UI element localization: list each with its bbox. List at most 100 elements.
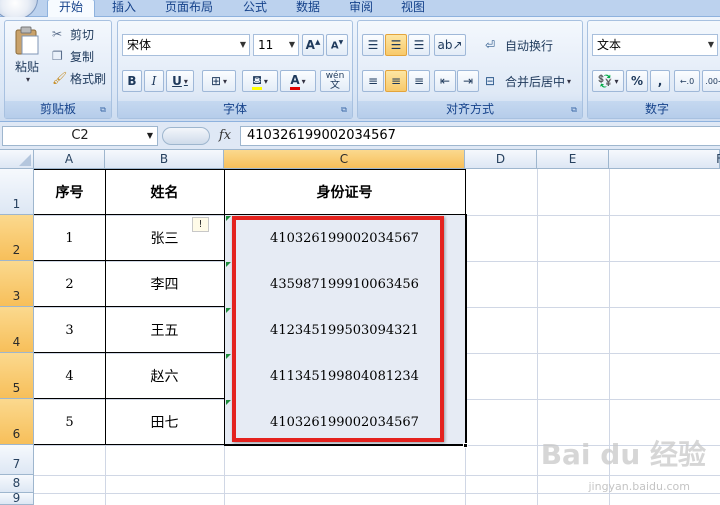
row-header-4[interactable]: 4 — [0, 307, 34, 353]
align-left-icon: ≡ — [367, 74, 379, 88]
number-group: 文本 ▼ 💱▾ % , ←.0 .00→ 数字 — [587, 20, 720, 119]
ribbon-tab-bar: 开始 插入 页面布局 公式 数据 审阅 视图 — [0, 0, 720, 20]
cell-b6[interactable]: 田七 — [105, 399, 224, 445]
phonetic-button[interactable]: wén 文 — [320, 70, 350, 92]
cell-a5[interactable]: 4 — [34, 353, 105, 399]
formula-input[interactable]: 410326199002034567 — [240, 126, 720, 146]
align-left-button[interactable]: ≡ — [362, 70, 384, 92]
cell-a1[interactable]: 序号 — [34, 169, 105, 215]
cell-b1[interactable]: 姓名 — [105, 169, 224, 215]
clipboard-launcher-icon[interactable]: ⧉ — [98, 105, 108, 115]
bold-button[interactable]: B — [122, 70, 142, 92]
column-header-f[interactable]: F — [609, 150, 720, 169]
align-middle-button[interactable]: ☰ — [385, 34, 407, 56]
align-center-button[interactable]: ≡ — [385, 70, 407, 92]
insert-function-icon[interactable]: fx — [216, 127, 234, 145]
align-bottom-icon: ☰ — [413, 38, 425, 52]
align-bottom-button[interactable]: ☰ — [408, 34, 430, 56]
font-name-combo[interactable]: 宋体 ▼ — [122, 34, 250, 56]
column-header-d[interactable]: D — [465, 150, 537, 169]
paste-button[interactable]: 粘贴 ▾ — [9, 25, 45, 95]
row-header-1[interactable]: 1 — [0, 169, 34, 215]
merge-cells-icon: ⊟ — [485, 74, 496, 88]
row-header-8[interactable]: 8 — [0, 475, 34, 493]
chevron-down-icon: ▼ — [707, 40, 714, 49]
cut-button[interactable]: ✂ 剪切 — [51, 25, 109, 43]
grow-font-button[interactable]: A▲ — [302, 34, 324, 56]
alignment-group: ☰ ☰ ☰ ab↗ ⏎ 自动换行 ≡ ≡ ≡ ⇤ ⇥ ⊟ 合并后居中 ▾ 对齐方… — [357, 20, 583, 119]
fill-handle[interactable] — [463, 443, 468, 448]
ribbon: 粘贴 ▾ ✂ 剪切 ❐ 复制 🖌 格式刷 剪贴板 ⧉ 宋体 ▼ 11 ▼ A▲ — [0, 17, 720, 122]
tab-home[interactable]: 开始 — [47, 0, 95, 18]
decrease-indent-button[interactable]: ⇤ — [434, 70, 456, 92]
column-header-b[interactable]: B — [105, 150, 224, 169]
shrink-font-button[interactable]: A▼ — [326, 34, 348, 56]
percent-icon: % — [630, 74, 644, 88]
increase-indent-button[interactable]: ⇥ — [457, 70, 479, 92]
row-header-7[interactable]: 7 — [0, 445, 34, 475]
formula-bar-splitter[interactable] — [162, 127, 210, 145]
format-painter-button[interactable]: 🖌 格式刷 — [51, 69, 111, 87]
cell-b3[interactable]: 李四 — [105, 261, 224, 307]
cell-a4[interactable]: 3 — [34, 307, 105, 353]
fill-color-button[interactable]: ⛾ ▾ — [242, 70, 278, 92]
name-box[interactable]: C2 ▼ — [2, 126, 158, 146]
comma-button[interactable]: , — [650, 70, 670, 92]
font-name-value: 宋体 — [127, 38, 152, 52]
column-header-a[interactable]: A — [34, 150, 105, 169]
decrease-decimal-button[interactable]: .00→ — [702, 70, 720, 92]
number-format-value: 文本 — [597, 38, 622, 52]
font-launcher-icon[interactable]: ⧉ — [339, 105, 349, 115]
font-color-icon: A — [290, 73, 300, 90]
align-top-button[interactable]: ☰ — [362, 34, 384, 56]
cell-a2[interactable]: 1 — [34, 215, 105, 261]
underline-button[interactable]: U ▾ — [166, 70, 194, 92]
orientation-button[interactable]: ab↗ — [434, 34, 466, 56]
tab-view[interactable]: 视图 — [393, 0, 433, 17]
row-header-2[interactable]: 2 — [0, 215, 34, 261]
select-all-button[interactable] — [0, 150, 34, 169]
wrap-text-button[interactable]: ⏎ 自动换行 — [484, 34, 582, 56]
number-format-combo[interactable]: 文本 ▼ — [592, 34, 718, 56]
cell-b4[interactable]: 王五 — [105, 307, 224, 353]
tab-insert[interactable]: 插入 — [104, 0, 144, 17]
paint-bucket-icon: ⛾ — [252, 73, 262, 90]
cell-a6[interactable]: 5 — [34, 399, 105, 445]
cell-c1[interactable]: 身份证号 — [224, 169, 465, 215]
italic-icon: I — [151, 74, 157, 88]
font-color-button[interactable]: A ▾ — [280, 70, 316, 92]
borders-button[interactable]: ⊞ ▾ — [202, 70, 236, 92]
accounting-format-button[interactable]: 💱 ▾ — [592, 70, 624, 92]
row-header-6[interactable]: 6 — [0, 399, 34, 445]
italic-button[interactable]: I — [144, 70, 164, 92]
row-header-5[interactable]: 5 — [0, 353, 34, 399]
chevron-down-icon[interactable]: ▼ — [147, 127, 153, 145]
increase-indent-icon: ⇥ — [462, 74, 474, 88]
wrap-text-label: 自动换行 — [505, 38, 554, 53]
merge-center-button[interactable]: ⊟ 合并后居中 ▾ — [484, 70, 582, 92]
cell-b5[interactable]: 赵六 — [105, 353, 224, 399]
cell-a3[interactable]: 2 — [34, 261, 105, 307]
align-right-button[interactable]: ≡ — [408, 70, 430, 92]
percent-button[interactable]: % — [626, 70, 648, 92]
font-size-combo[interactable]: 11 ▼ — [253, 34, 299, 56]
borders-icon: ⊞ — [210, 74, 222, 88]
increase-decimal-button[interactable]: ←.0 — [674, 70, 700, 92]
alignment-launcher-icon[interactable]: ⧉ — [569, 105, 579, 115]
currency-icon: 💱 — [597, 74, 613, 88]
clipboard-group: 粘贴 ▾ ✂ 剪切 ❐ 复制 🖌 格式刷 剪贴板 ⧉ — [4, 20, 112, 119]
row-header-3[interactable]: 3 — [0, 261, 34, 307]
column-header-c[interactable]: C — [224, 150, 465, 169]
tab-page-layout[interactable]: 页面布局 — [158, 0, 220, 17]
align-center-icon: ≡ — [390, 74, 402, 88]
error-warning-icon[interactable]: ! — [192, 217, 209, 232]
column-header-e[interactable]: E — [537, 150, 609, 169]
tab-formulas[interactable]: 公式 — [235, 0, 275, 17]
row-header-9[interactable]: 9 — [0, 493, 34, 505]
tab-data[interactable]: 数据 — [288, 0, 328, 17]
copy-button[interactable]: ❐ 复制 — [51, 47, 109, 65]
worksheet-grid[interactable]: A B C D E F 1 2 3 4 5 6 7 8 9 序号 姓名 身份证号… — [0, 150, 720, 505]
grow-font-icon: A▲ — [305, 38, 321, 52]
font-size-value: 11 — [258, 38, 274, 52]
tab-review[interactable]: 审阅 — [341, 0, 381, 17]
